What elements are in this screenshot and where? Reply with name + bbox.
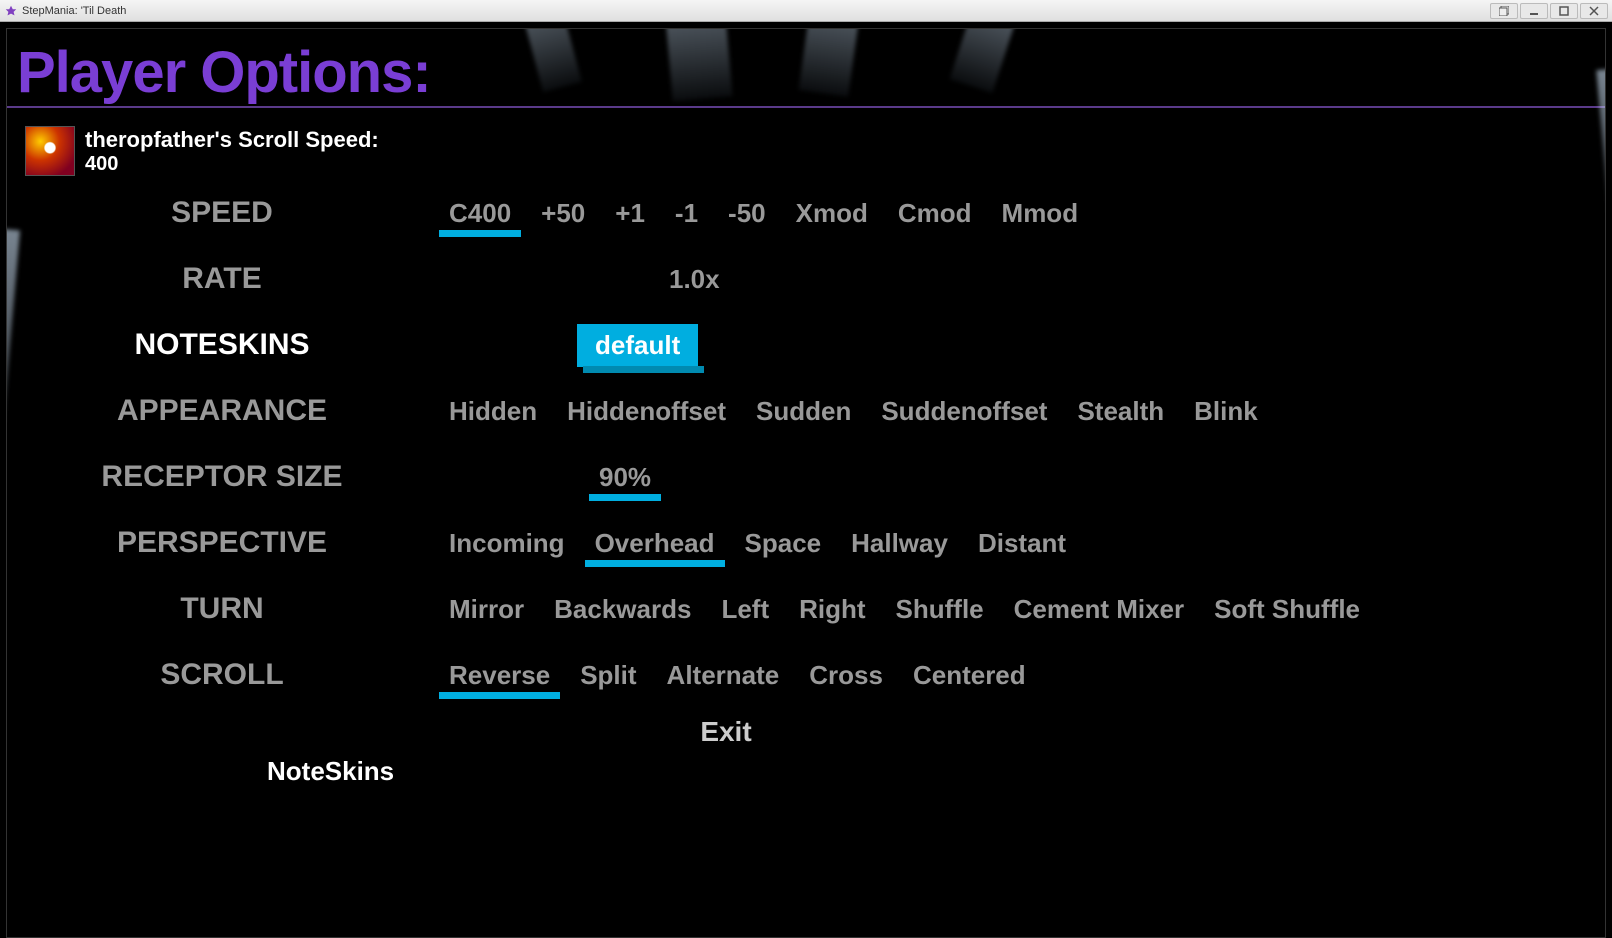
- option-row-noteskins[interactable]: NOTESKINS default: [47, 318, 1605, 372]
- window-maximize-icon[interactable]: [1550, 3, 1578, 19]
- option-value-appearance-4[interactable]: Stealth: [1075, 392, 1166, 431]
- window-controls: [1490, 3, 1608, 19]
- option-value-perspective-2[interactable]: Space: [743, 524, 824, 563]
- window-restore-icon[interactable]: [1490, 3, 1518, 19]
- option-value-scroll-3[interactable]: Cross: [807, 656, 885, 695]
- option-value-turn-0[interactable]: Mirror: [447, 590, 526, 629]
- option-label-scroll: SCROLL: [47, 658, 447, 692]
- option-row-scroll[interactable]: SCROLL Reverse Split Alternate Cross Centere…: [47, 648, 1605, 702]
- option-value-scroll-0[interactable]: Reverse: [447, 656, 552, 695]
- page-title: Player Options:: [7, 29, 1605, 108]
- option-value-turn-2[interactable]: Left: [719, 590, 771, 629]
- option-value-rate-0[interactable]: 1.0x: [667, 260, 722, 299]
- option-row-receptor-size[interactable]: RECEPTOR SIZE 90%: [47, 450, 1605, 504]
- option-value-appearance-0[interactable]: Hidden: [447, 392, 539, 431]
- option-value-speed-3[interactable]: -1: [673, 194, 700, 233]
- option-value-perspective-0[interactable]: Incoming: [447, 524, 567, 563]
- option-values-rate: 1.0x: [447, 260, 722, 299]
- option-value-turn-4[interactable]: Shuffle: [894, 590, 986, 629]
- option-label-turn: TURN: [47, 592, 447, 626]
- option-value-perspective-1[interactable]: Overhead: [593, 524, 717, 563]
- option-value-speed-1[interactable]: +50: [539, 194, 587, 233]
- option-value-turn-6[interactable]: Soft Shuffle: [1212, 590, 1362, 629]
- option-value-appearance-5[interactable]: Blink: [1192, 392, 1260, 431]
- option-values-turn: Mirror Backwards Left Right Shuffle Cement Mi…: [447, 590, 1362, 629]
- option-row-rate[interactable]: RATE 1.0x: [47, 252, 1605, 306]
- exit-button[interactable]: Exit: [47, 716, 1605, 748]
- option-values-noteskins: default: [447, 324, 698, 367]
- option-label-receptor-size: RECEPTOR SIZE: [47, 461, 447, 493]
- option-row-speed[interactable]: SPEED C400 +50 +1 -1 -50 Xmod Cmod Mmod: [47, 186, 1605, 240]
- option-value-appearance-1[interactable]: Hiddenoffset: [565, 392, 728, 431]
- option-label-appearance: APPEARANCE: [47, 394, 447, 428]
- option-value-scroll-2[interactable]: Alternate: [665, 656, 782, 695]
- option-values-appearance: Hidden Hiddenoffset Sudden Suddenoffset Stea…: [447, 392, 1260, 431]
- option-row-turn[interactable]: TURN Mirror Backwards Left Right Shuffle Ceme…: [47, 582, 1605, 636]
- option-value-turn-5[interactable]: Cement Mixer: [1012, 590, 1187, 629]
- app-icon: [4, 4, 18, 18]
- option-value-appearance-2[interactable]: Sudden: [754, 392, 853, 431]
- player-info: theropfather's Scroll Speed: 400: [85, 127, 379, 176]
- option-value-speed-7[interactable]: Mmod: [1000, 194, 1081, 233]
- option-row-perspective[interactable]: PERSPECTIVE Incoming Overhead Space Hallway…: [47, 516, 1605, 570]
- option-values-scroll: Reverse Split Alternate Cross Centered: [447, 656, 1028, 695]
- option-value-scroll-4[interactable]: Centered: [911, 656, 1028, 695]
- option-values-receptor-size: 90%: [447, 458, 653, 497]
- option-value-speed-0[interactable]: C400: [447, 194, 513, 233]
- option-value-appearance-3[interactable]: Suddenoffset: [879, 392, 1049, 431]
- option-value-speed-2[interactable]: +1: [613, 194, 647, 233]
- option-label-perspective: PERSPECTIVE: [47, 526, 447, 560]
- window-minimize-icon[interactable]: [1520, 3, 1548, 19]
- option-value-speed-6[interactable]: Cmod: [896, 194, 974, 233]
- option-value-receptor_size-0[interactable]: 90%: [597, 458, 653, 497]
- scroll-speed-label: theropfather's Scroll Speed:: [85, 127, 379, 153]
- option-values-perspective: Incoming Overhead Space Hallway Distant: [447, 524, 1068, 563]
- window-title: StepMania: 'Til Death: [22, 5, 126, 17]
- window-titlebar: StepMania: 'Til Death: [0, 0, 1612, 22]
- option-values-speed: C400 +50 +1 -1 -50 Xmod Cmod Mmod: [447, 194, 1080, 233]
- option-value-scroll-1[interactable]: Split: [578, 656, 638, 695]
- option-value-perspective-3[interactable]: Hallway: [849, 524, 950, 563]
- game-viewport: Player Options: theropfather's Scroll Sp…: [6, 28, 1606, 938]
- player-header: theropfather's Scroll Speed: 400: [7, 126, 1605, 176]
- window-close-icon[interactable]: [1580, 3, 1608, 19]
- option-row-appearance[interactable]: APPEARANCE Hidden Hiddenoffset Sudden Sudde…: [47, 384, 1605, 438]
- scroll-speed-value: 400: [85, 153, 379, 176]
- player-avatar: [25, 126, 75, 176]
- option-label-rate: RATE: [47, 262, 447, 296]
- option-value-turn-3[interactable]: Right: [797, 590, 867, 629]
- option-value-speed-4[interactable]: -50: [726, 194, 768, 233]
- tooltip-label: NoteSkins: [267, 756, 394, 787]
- option-value-noteskins-0[interactable]: default: [577, 324, 698, 367]
- option-label-noteskins: NOTESKINS: [47, 328, 447, 362]
- option-value-perspective-4[interactable]: Distant: [976, 524, 1068, 563]
- options-list: SPEED C400 +50 +1 -1 -50 Xmod Cmod Mmod RATE 1.…: [7, 186, 1605, 748]
- option-label-speed: SPEED: [47, 196, 447, 230]
- option-value-speed-5[interactable]: Xmod: [794, 194, 870, 233]
- option-value-turn-1[interactable]: Backwards: [552, 590, 693, 629]
